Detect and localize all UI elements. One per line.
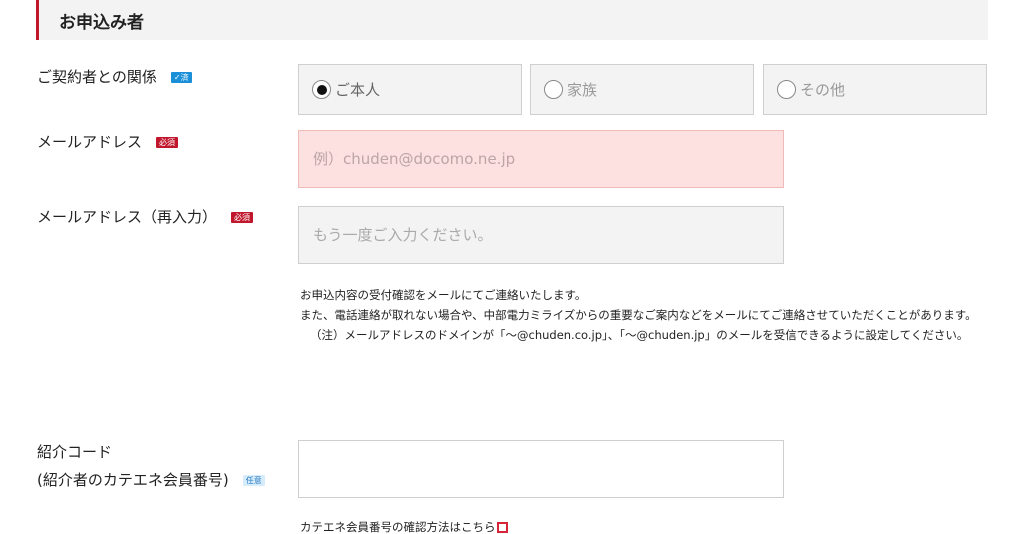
completed-badge: ✓済 xyxy=(170,71,192,83)
required-badge: 必須 xyxy=(231,211,254,223)
note-line: また、電話連絡が取れない場合や、中部電力ミライズからの重要なご案内などをメールに… xyxy=(300,308,977,322)
required-badge: 必須 xyxy=(156,136,179,148)
radio-option-family[interactable]: 家族 xyxy=(530,64,754,115)
email-confirm-label: メールアドレス（再入力） xyxy=(37,208,218,226)
section-header: お申込み者 xyxy=(36,0,988,40)
email-label-row: メールアドレス 必須 xyxy=(37,130,179,154)
email-confirm-field[interactable] xyxy=(298,206,784,264)
relationship-label-row: ご契約者との関係 ✓済 xyxy=(37,65,192,89)
referral-code-field[interactable] xyxy=(298,440,784,498)
relationship-label: ご契約者との関係 xyxy=(37,68,157,86)
external-link-icon xyxy=(496,521,508,533)
section-title: お申込み者 xyxy=(59,12,144,33)
note-line: （注）メールアドレスのドメインが「～@chuden.co.jp」、「～@chud… xyxy=(310,328,969,342)
radio-option-label: その他 xyxy=(800,81,846,99)
referral-help-link[interactable]: カテエネ会員番号の確認方法はこちら xyxy=(300,519,508,534)
note-line: お申込内容の受付確認をメールにてご連絡いたします。 xyxy=(300,288,587,302)
email-notes: お申込内容の受付確認をメールにてご連絡いたします。 また、電話連絡が取れない場合… xyxy=(300,285,990,345)
radio-option-label: ご本人 xyxy=(335,81,381,99)
radio-checked-icon xyxy=(312,80,331,99)
optional-badge: 任意 xyxy=(242,474,265,486)
radio-option-self[interactable]: ご本人 xyxy=(298,64,522,115)
radio-unchecked-icon xyxy=(544,80,563,99)
referral-label-row: 紹介コード (紹介者のカテエネ会員番号) 任意 xyxy=(37,440,265,492)
email-field[interactable] xyxy=(298,130,784,188)
email-label: メールアドレス xyxy=(37,133,143,151)
radio-option-other[interactable]: その他 xyxy=(763,64,987,115)
radio-unchecked-icon xyxy=(777,80,796,99)
referral-label-line2: (紹介者のカテエネ会員番号) xyxy=(37,471,229,489)
radio-option-label: 家族 xyxy=(567,81,598,99)
referral-help-link-text[interactable]: カテエネ会員番号の確認方法はこちら xyxy=(300,519,496,534)
referral-label-line1: 紹介コード xyxy=(37,443,113,461)
email-confirm-label-row: メールアドレス（再入力） 必須 xyxy=(37,205,254,229)
